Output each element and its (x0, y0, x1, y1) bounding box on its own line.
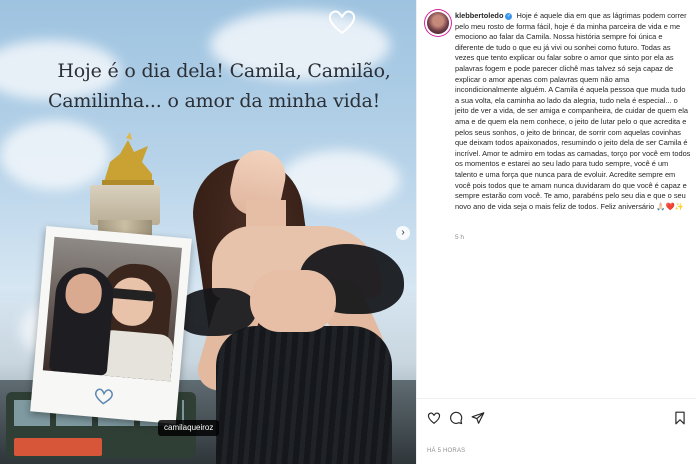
monument-capital (90, 185, 160, 225)
heart-outline-icon (95, 388, 113, 405)
headline-line-1: Hoje é o dia dela! Camila, Camilão, (57, 60, 391, 82)
headline-line-2: Camilinha... o amor da minha vida! (47, 90, 381, 112)
share-icon[interactable] (471, 411, 485, 425)
dress-ruffle-left (176, 288, 256, 336)
username-link[interactable]: klebbertoledo (455, 11, 503, 20)
heart-outline-icon (328, 10, 356, 34)
post-image[interactable]: Hoje é o dia dela! Camila, Camilão, Cami… (0, 0, 416, 464)
bookmark-icon[interactable] (673, 411, 687, 425)
bus-sign (14, 438, 102, 456)
post-timestamp: HÁ 5 HORAS (427, 448, 466, 454)
user-tag[interactable]: camilaqueiroz (158, 420, 220, 436)
avatar[interactable] (427, 12, 449, 34)
comment-icon[interactable] (449, 411, 463, 425)
action-bar (417, 398, 696, 438)
black-dress (216, 326, 392, 464)
cloud (0, 120, 110, 190)
golden-statue-image (102, 132, 154, 190)
couple-photo (42, 236, 182, 382)
comments-panel: klebbertoledo ✓ Hoje é aquele dia em que … (416, 0, 696, 464)
polaroid-photo (30, 225, 192, 425)
post-caption: klebbertoledo ✓ Hoje é aquele dia em que … (455, 11, 691, 212)
carousel-next-button[interactable]: › (396, 226, 410, 240)
caption-time: 5 h (455, 234, 465, 241)
post-headline: Hoje é o dia dela! Camila, Camilão, Cami… (34, 56, 394, 116)
caption-text: Hoje é aquele dia em que as lágrimas pod… (455, 11, 691, 211)
heart-icon[interactable] (427, 411, 441, 425)
woman-hands (250, 270, 336, 332)
verified-badge-icon: ✓ (505, 12, 513, 20)
